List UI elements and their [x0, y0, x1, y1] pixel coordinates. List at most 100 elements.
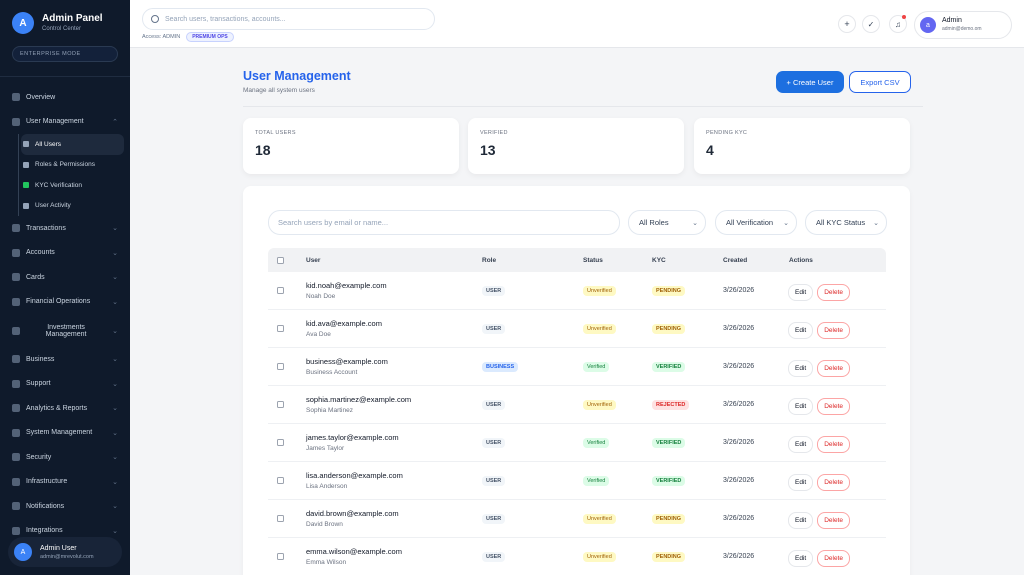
edit-button[interactable]: Edit	[788, 549, 814, 567]
sidebar-item-label: System Management	[26, 429, 93, 437]
header-role: Role	[482, 256, 497, 264]
created-date: 3/26/2026	[723, 439, 755, 446]
export-csv-button[interactable]: Export CSV	[849, 71, 911, 93]
sidebar-item-notifications[interactable]: Notifications ⌄	[0, 494, 130, 519]
sidebar-subitem-label: KYC Verification	[35, 181, 82, 189]
table-header: User Role Status KYC Created Actions	[268, 248, 886, 272]
delete-button[interactable]: Delete	[817, 549, 850, 567]
delete-button[interactable]: Delete	[817, 359, 850, 377]
sidebar-item-analytics[interactable]: Analytics & Reports ⌄	[0, 396, 130, 421]
row-checkbox[interactable]	[277, 287, 284, 294]
user-menu[interactable]: a Admin admin@demo.om	[914, 11, 1012, 39]
sidebar-subitem-activity[interactable]: User Activity	[21, 196, 124, 217]
sidebar-nav: Overview User Management ⌃ All Users Rol…	[0, 76, 130, 543]
sidebar-item-label: Analytics & Reports	[26, 404, 88, 412]
edit-button[interactable]: Edit	[788, 435, 814, 453]
sidebar-item-system-management[interactable]: System Management ⌄	[0, 421, 130, 446]
chevron-down-icon: ⌄	[112, 327, 118, 335]
table-row: kid.noah@example.com Noah Doe USER Unver…	[268, 272, 886, 310]
user-cell: kid.ava@example.com Ava Doe	[306, 319, 382, 338]
sidebar-item-accounts[interactable]: Accounts ⌄	[0, 241, 130, 266]
user-name: Ava Doe	[306, 331, 331, 338]
delete-button[interactable]: Delete	[817, 473, 850, 491]
key-icon	[23, 161, 29, 168]
delete-button[interactable]: Delete	[817, 511, 850, 529]
sidebar-item-user-management[interactable]: User Management ⌃	[0, 110, 130, 135]
sidebar-item-cards[interactable]: Cards ⌄	[0, 265, 130, 290]
sidebar-subitem-kyc[interactable]: KYC Verification	[21, 175, 124, 196]
edit-button[interactable]: Edit	[788, 473, 814, 491]
row-checkbox[interactable]	[277, 439, 284, 446]
created-date: 3/26/2026	[723, 477, 755, 484]
chevron-down-icon: ⌄	[692, 220, 698, 227]
user-name: Noah Doe	[306, 293, 336, 300]
stat-card-verified: VERIFIED 13	[468, 118, 684, 174]
row-checkbox[interactable]	[277, 325, 284, 332]
avatar: a	[920, 17, 936, 33]
edit-button[interactable]: Edit	[788, 321, 814, 339]
user-email: lisa.anderson@example.com	[306, 471, 403, 480]
user-name: Business Account	[306, 369, 358, 376]
sidebar-item-support[interactable]: Support ⌄	[0, 372, 130, 397]
role-badge: USER	[482, 437, 506, 448]
exchange-icon	[12, 224, 20, 233]
kyc-badge: VERIFIED	[652, 475, 686, 486]
edit-button[interactable]: Edit	[788, 511, 814, 529]
user-email: business@example.com	[306, 357, 388, 366]
user-search-input[interactable]: Search users by email or name...	[268, 210, 620, 235]
roles-select[interactable]: All Roles ⌄	[628, 210, 706, 235]
topbar: Search users, transactions, accounts... …	[130, 0, 1024, 48]
kyc-select[interactable]: All KYC Status ⌄	[805, 210, 887, 235]
header-user: User	[306, 256, 321, 264]
sidebar-subitem-roles[interactable]: Roles & Permissions	[21, 155, 124, 176]
user-name: Admin	[942, 17, 962, 24]
delete-button[interactable]: Delete	[817, 397, 850, 415]
user-management-submenu: All Users Roles & Permissions KYC Verifi…	[18, 134, 130, 216]
user-icon	[23, 141, 29, 148]
row-checkbox[interactable]	[277, 477, 284, 484]
row-actions: Edit Delete	[788, 319, 850, 339]
sidebar-item-security[interactable]: Security ⌄	[0, 445, 130, 470]
sidebar-user-card[interactable]: A Admin User admin@mrevolut.com	[8, 537, 122, 567]
access-badge: PREMIUM OPS	[186, 32, 234, 42]
delete-button[interactable]: Delete	[817, 435, 850, 453]
header-actions: Actions	[789, 256, 813, 264]
chevron-down-icon: ⌄	[112, 454, 118, 462]
row-checkbox[interactable]	[277, 363, 284, 370]
sidebar-item-infrastructure[interactable]: Infrastructure ⌄	[0, 470, 130, 495]
kyc-badge: PENDING	[652, 551, 686, 562]
select-all-checkbox[interactable]	[277, 256, 284, 264]
grid-icon	[12, 93, 20, 102]
sidebar-item-financial-operations[interactable]: Financial Operations ⌄	[0, 290, 130, 315]
edit-button[interactable]: Edit	[788, 359, 814, 377]
kyc-badge: REJECTED	[652, 399, 690, 410]
edit-button[interactable]: Edit	[788, 283, 814, 301]
sidebar-item-transactions[interactable]: Transactions ⌄	[0, 216, 130, 241]
verification-select[interactable]: All Verification ⌄	[715, 210, 797, 235]
stat-label: VERIFIED	[480, 130, 508, 136]
created-date: 3/26/2026	[723, 363, 755, 370]
chevron-down-icon: ⌄	[112, 298, 118, 306]
create-user-button[interactable]: + Create User	[776, 71, 844, 93]
sidebar-subitem-all-users[interactable]: All Users	[21, 134, 124, 155]
notifications-button[interactable]: ♫	[889, 15, 907, 33]
sidebar-item-business[interactable]: Business ⌄	[0, 347, 130, 372]
sidebar-subitem-label: User Activity	[35, 202, 71, 210]
row-checkbox[interactable]	[277, 515, 284, 522]
edit-button[interactable]: Edit	[788, 397, 814, 415]
users-icon	[12, 117, 20, 126]
row-checkbox[interactable]	[277, 401, 284, 408]
sidebar-item-overview[interactable]: Overview	[0, 85, 130, 110]
user-cell: business@example.com Business Account	[306, 357, 388, 376]
bank-icon	[12, 248, 20, 257]
add-button[interactable]: +	[838, 15, 856, 33]
row-checkbox[interactable]	[277, 553, 284, 560]
global-search-input[interactable]: Search users, transactions, accounts...	[142, 8, 435, 30]
delete-button[interactable]: Delete	[817, 321, 850, 339]
sidebar-item-investments[interactable]: Investments Management ⌄	[0, 314, 130, 347]
access-info: Access: ADMIN PREMIUM OPS	[142, 32, 234, 42]
users-table: User Role Status KYC Created Actions kid…	[268, 248, 886, 575]
delete-button[interactable]: Delete	[817, 283, 850, 301]
kyc-badge: PENDING	[652, 513, 686, 524]
status-button[interactable]: ✓	[862, 15, 880, 33]
